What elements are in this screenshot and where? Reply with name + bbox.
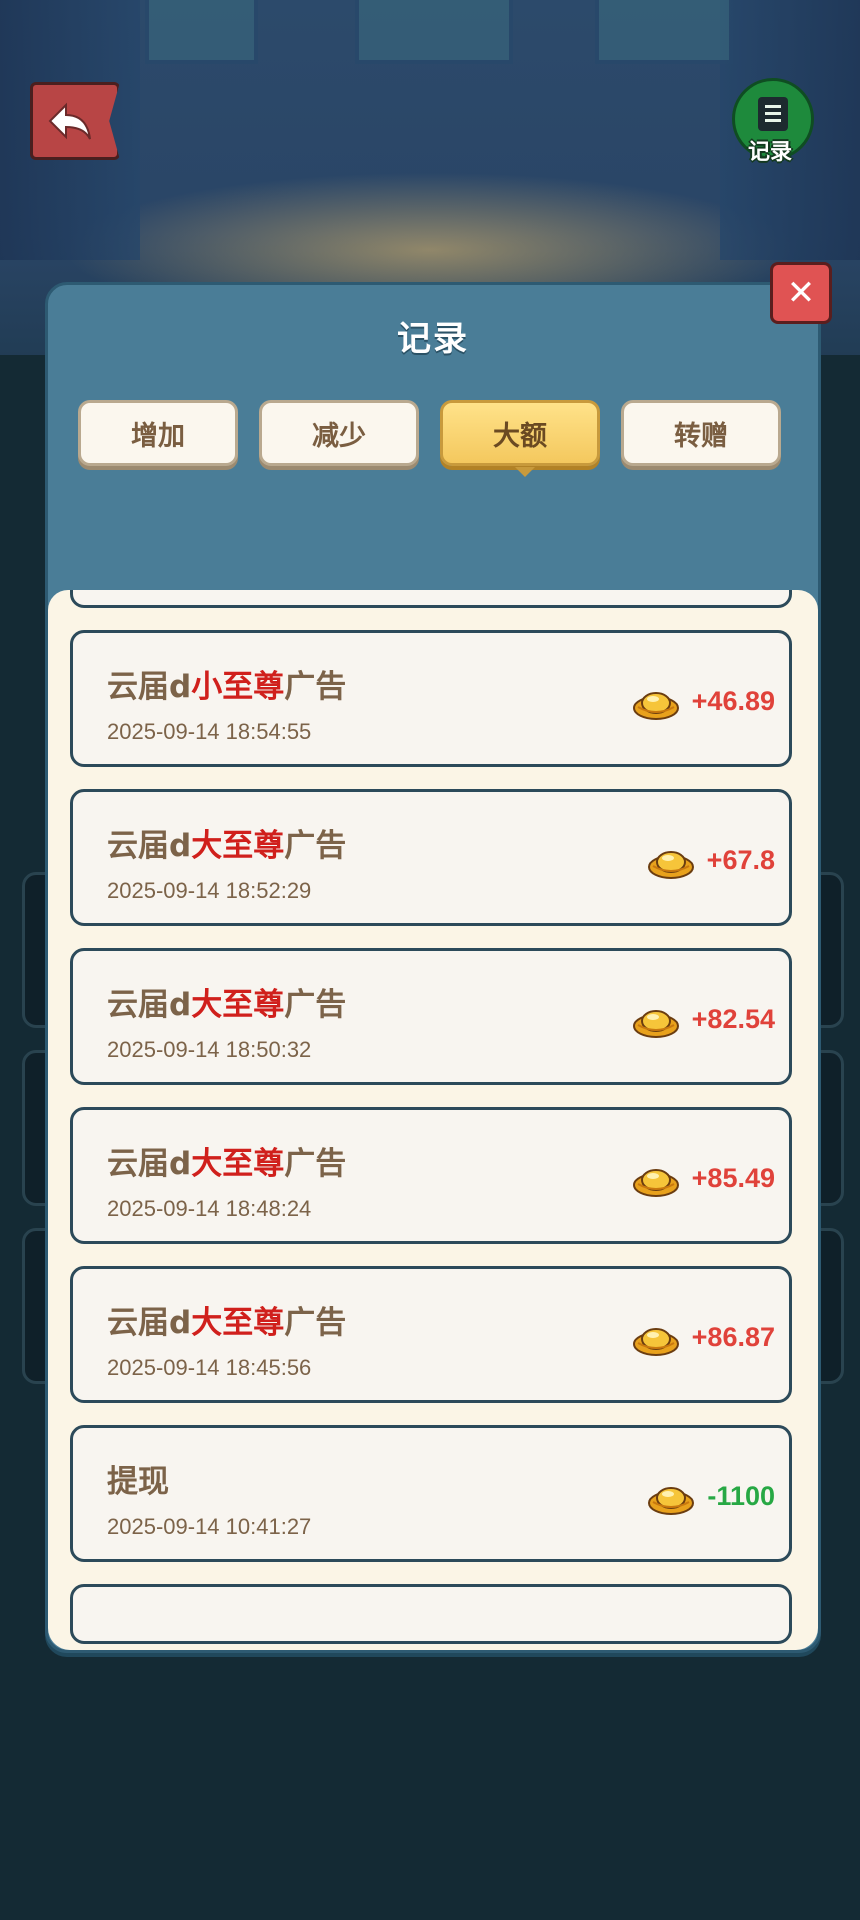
gold-ingot-icon [632, 1169, 679, 1197]
record-title-highlight: 大至尊 [191, 1305, 285, 1341]
background-window [595, 0, 733, 64]
record-title: 云届d大至尊广告 [107, 1297, 346, 1342]
gold-ingot-icon [647, 851, 694, 879]
record-amount-group: +46.89 [632, 679, 775, 723]
record-time: 2025-09-14 18:50:32 [107, 1037, 312, 1062]
record-amount: +86.87 [691, 1321, 775, 1352]
tab-transfer[interactable]: 转赠 [621, 400, 781, 466]
records-list[interactable]: 云届d小至尊广告 2025-09-14 18:54:55 +46.89 云届d大至尊广… [48, 590, 818, 1650]
modal-title: 记录 [397, 319, 469, 359]
records-modal: 记录 增加 减少 大额 转赠 云届d小至尊广告 2025-09-14 18:54:… [45, 282, 821, 1653]
list-item: 云届d小至尊广告 2025-09-14 18:54:55 +46.89 [70, 630, 792, 767]
record-title-suffix: 广告 [284, 987, 347, 1023]
list-item [70, 590, 792, 608]
record-title: 云届d大至尊广告 [107, 979, 346, 1024]
record-title-highlight: 大至尊 [191, 828, 285, 864]
record-amount: +67.8 [706, 844, 775, 875]
record-title: 云届d小至尊广告 [107, 661, 346, 706]
record-title-highlight: 小至尊 [191, 669, 285, 705]
record-title-prefix: 云届d [107, 669, 192, 705]
record-title-prefix: 云届d [107, 1146, 192, 1182]
background-window [145, 0, 258, 64]
gold-ingot-icon [632, 1328, 679, 1356]
document-icon [758, 97, 788, 131]
record-amount: +82.54 [691, 1003, 775, 1034]
record-time: 2025-09-14 18:52:29 [107, 878, 312, 903]
record-button-label[interactable]: 记录 [732, 134, 808, 166]
record-amount: -1100 [707, 1480, 775, 1511]
tab-decrease[interactable]: 减少 [259, 400, 419, 466]
gold-ingot-icon [632, 1010, 679, 1038]
record-title-prefix: 云届d [107, 1305, 192, 1341]
list-item: 云届d大至尊广告 2025-09-14 18:48:24 +85.49 [70, 1107, 792, 1244]
record-title-highlight: 大至尊 [191, 987, 285, 1023]
record-amount-group: +85.49 [632, 1156, 775, 1200]
list-item: 云届d大至尊广告 2025-09-14 18:45:56 +86.87 [70, 1266, 792, 1403]
record-title-suffix: 广告 [284, 828, 347, 864]
record-amount-group: -1100 [647, 1474, 775, 1518]
record-title-prefix: 云届d [107, 987, 192, 1023]
record-title: 提现 [107, 1456, 169, 1501]
tab-increase[interactable]: 增加 [78, 400, 238, 466]
record-title-suffix: 广告 [284, 669, 347, 705]
back-button[interactable] [30, 82, 120, 160]
close-icon: ✕ [786, 273, 816, 313]
close-button[interactable]: ✕ [770, 262, 832, 324]
back-arrow-icon [48, 102, 91, 140]
list-item [70, 1584, 792, 1644]
record-title-prefix: 提现 [107, 1464, 169, 1500]
list-item: 云届d大至尊广告 2025-09-14 18:52:29 +67.8 [70, 789, 792, 926]
record-title: 云届d大至尊广告 [107, 1138, 346, 1183]
record-title-suffix: 广告 [284, 1146, 347, 1182]
record-title-prefix: 云届d [107, 828, 192, 864]
record-amount: +85.49 [691, 1162, 775, 1193]
record-time: 2025-09-14 18:45:56 [107, 1355, 312, 1380]
record-title-suffix: 广告 [284, 1305, 347, 1341]
record-tabs: 增加 减少 大额 转赠 [78, 400, 788, 477]
gold-ingot-icon [648, 1487, 695, 1515]
record-time: 2025-09-14 10:41:27 [107, 1514, 312, 1539]
record-time: 2025-09-14 18:48:24 [107, 1196, 312, 1221]
list-item: 云届d大至尊广告 2025-09-14 18:50:32 +82.54 [70, 948, 792, 1085]
tab-large-amount[interactable]: 大额 [440, 400, 600, 477]
record-amount-group: +82.54 [632, 997, 775, 1041]
record-amount-group: +86.87 [632, 1315, 775, 1359]
record-time: 2025-09-14 18:54:55 [107, 719, 312, 744]
record-title-highlight: 大至尊 [191, 1146, 285, 1182]
record-title: 云届d大至尊广告 [107, 820, 346, 865]
list-item: 提现 2025-09-14 10:41:27 -1100 [70, 1425, 792, 1562]
record-amount: +46.89 [691, 685, 775, 716]
background-window [355, 0, 513, 64]
record-amount-group: +67.8 [647, 838, 775, 882]
gold-ingot-icon [632, 692, 679, 720]
